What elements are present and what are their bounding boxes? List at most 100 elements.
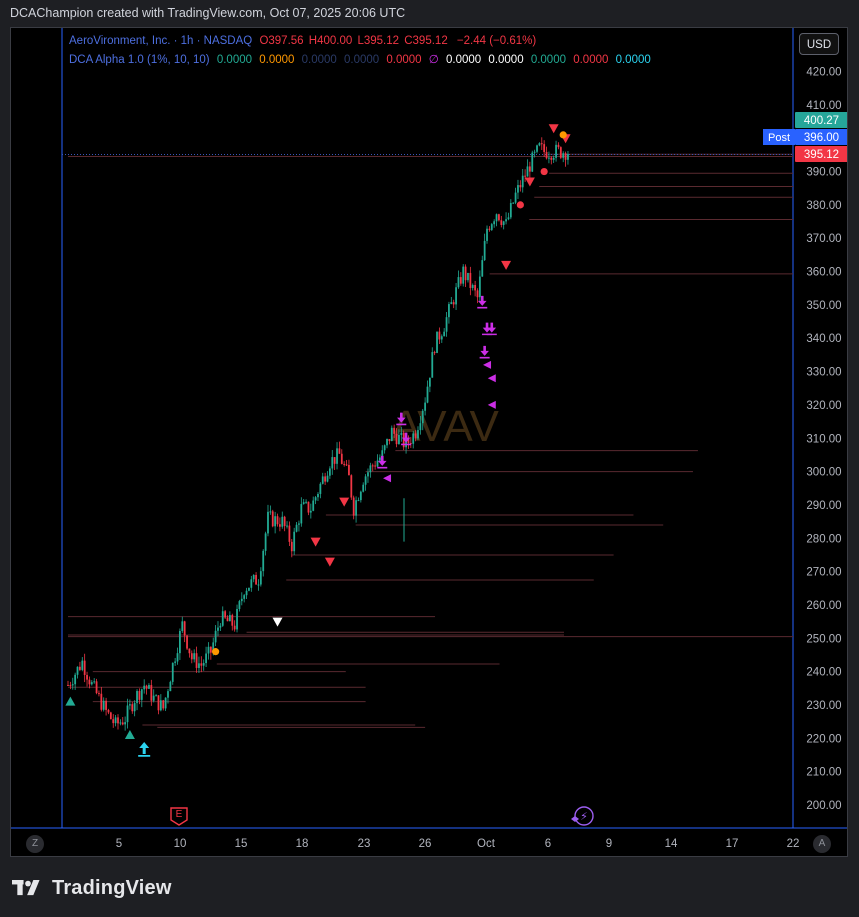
candle-body[interactable] xyxy=(124,722,127,725)
candle-body[interactable] xyxy=(348,464,350,476)
candle-body[interactable] xyxy=(493,221,496,225)
candle-body[interactable] xyxy=(105,700,107,710)
candle-body[interactable] xyxy=(321,476,324,484)
candle-body[interactable] xyxy=(252,574,255,580)
candle-body[interactable] xyxy=(455,287,457,305)
candle-body[interactable] xyxy=(107,709,110,713)
candle-body[interactable] xyxy=(159,700,162,711)
currency-button[interactable]: USD xyxy=(799,33,839,55)
candle-body[interactable] xyxy=(95,681,98,694)
candle-body[interactable] xyxy=(238,601,241,609)
candle-body[interactable] xyxy=(431,352,434,378)
candle-body[interactable] xyxy=(138,691,141,700)
candle-body[interactable] xyxy=(369,465,372,473)
candle-body[interactable] xyxy=(250,579,253,588)
candle-body[interactable] xyxy=(478,276,481,298)
candle-body[interactable] xyxy=(445,317,448,332)
candle-body[interactable] xyxy=(231,615,234,626)
candle-body[interactable] xyxy=(386,438,388,446)
dca-arrow-down-icon[interactable] xyxy=(477,295,488,309)
candle-body[interactable] xyxy=(548,157,550,159)
candle-body[interactable] xyxy=(536,145,538,152)
candle-body[interactable] xyxy=(419,423,422,431)
candle-body[interactable] xyxy=(164,697,167,709)
candle-body[interactable] xyxy=(383,445,386,451)
candle-body[interactable] xyxy=(509,203,512,218)
candle-body[interactable] xyxy=(169,681,172,692)
candle-body[interactable] xyxy=(67,684,69,686)
signal-dot-marker[interactable] xyxy=(516,201,524,209)
candle-body[interactable] xyxy=(376,460,379,467)
candle-body[interactable] xyxy=(448,304,450,318)
candle-body[interactable] xyxy=(374,465,377,467)
candle-body[interactable] xyxy=(378,457,381,461)
candle-body[interactable] xyxy=(338,448,341,454)
candle-body[interactable] xyxy=(240,598,243,602)
candle-body[interactable] xyxy=(174,661,177,663)
candle-body[interactable] xyxy=(412,433,415,444)
candle-body[interactable] xyxy=(257,584,260,586)
candle-body[interactable] xyxy=(198,663,200,668)
candle-body[interactable] xyxy=(217,627,219,631)
candle-body[interactable] xyxy=(183,621,186,636)
candle-body[interactable] xyxy=(264,533,267,551)
candle-body[interactable] xyxy=(512,202,515,204)
candle-body[interactable] xyxy=(438,331,441,340)
candle-body[interactable] xyxy=(462,266,465,284)
candle-body[interactable] xyxy=(502,221,505,225)
candle-body[interactable] xyxy=(433,352,436,354)
candle-body[interactable] xyxy=(79,666,81,670)
candle-body[interactable] xyxy=(312,500,315,511)
buy-signal-marker[interactable] xyxy=(124,729,135,739)
price-chart[interactable]: AVAVE ⚡200.00210.00220.00230.00240.00250.… xyxy=(11,28,848,857)
candle-body[interactable] xyxy=(343,463,346,465)
sell-signal-marker[interactable] xyxy=(524,177,535,187)
buy-arrow-up-icon[interactable] xyxy=(138,741,151,757)
candle-body[interactable] xyxy=(281,516,284,527)
candle-body[interactable] xyxy=(457,277,460,288)
candle-body[interactable] xyxy=(483,240,486,261)
candle-body[interactable] xyxy=(326,475,329,482)
signal-dot-marker[interactable] xyxy=(559,131,567,139)
candle-body[interactable] xyxy=(533,151,536,153)
candle-body[interactable] xyxy=(474,285,477,291)
candle-body[interactable] xyxy=(98,693,100,695)
candle-body[interactable] xyxy=(464,266,467,281)
candle-body[interactable] xyxy=(357,500,360,502)
candle-body[interactable] xyxy=(228,615,231,622)
candle-body[interactable] xyxy=(114,717,117,724)
candle-body[interactable] xyxy=(436,331,438,353)
candle-body[interactable] xyxy=(514,192,517,203)
candle-body[interactable] xyxy=(333,457,336,464)
candle-body[interactable] xyxy=(350,475,353,498)
dca-arrow-down-icon[interactable] xyxy=(479,345,490,359)
candle-body[interactable] xyxy=(112,719,115,724)
candle-body[interactable] xyxy=(471,285,474,288)
candle-body[interactable] xyxy=(390,427,393,442)
candle-body[interactable] xyxy=(486,228,488,241)
candle-body[interactable] xyxy=(71,684,74,686)
candle-body[interactable] xyxy=(317,493,319,498)
candle-body[interactable] xyxy=(219,625,222,628)
auto-scale-button[interactable]: A xyxy=(813,835,831,853)
zoom-button[interactable]: Z xyxy=(26,835,44,853)
candle-body[interactable] xyxy=(388,438,391,442)
candle-body[interactable] xyxy=(307,501,310,513)
candle-body[interactable] xyxy=(302,502,305,505)
candle-body[interactable] xyxy=(495,214,498,222)
candle-body[interactable] xyxy=(157,695,160,711)
candle-body[interactable] xyxy=(255,574,257,585)
candle-body[interactable] xyxy=(193,653,196,660)
candle-body[interactable] xyxy=(352,497,355,516)
candle-body[interactable] xyxy=(452,302,455,305)
candle-body[interactable] xyxy=(274,516,277,527)
candle-body[interactable] xyxy=(145,685,148,689)
candle-body[interactable] xyxy=(195,653,198,668)
candle-body[interactable] xyxy=(140,689,143,700)
candle-body[interactable] xyxy=(129,704,131,706)
candle-body[interactable] xyxy=(276,516,279,525)
sell-signal-marker[interactable] xyxy=(310,537,321,547)
candle-body[interactable] xyxy=(286,525,288,527)
candle-body[interactable] xyxy=(290,541,293,552)
candle-body[interactable] xyxy=(524,175,527,177)
